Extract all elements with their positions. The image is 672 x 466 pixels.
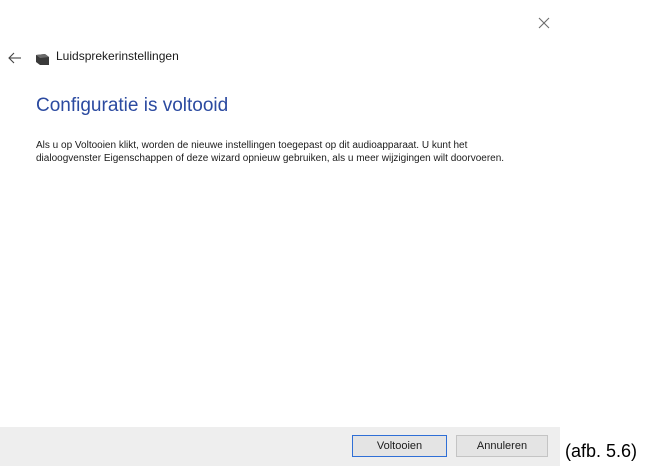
figure-caption: (afb. 5.6) <box>565 441 638 461</box>
page-heading: Configuratie is voltooid <box>36 95 229 116</box>
speaker-icon <box>36 52 49 65</box>
close-button[interactable] <box>533 12 555 34</box>
finish-button[interactable]: Voltooien <box>352 435 447 457</box>
back-arrow-icon <box>8 52 21 64</box>
wizard-dialog: Luidsprekerinstellingen Configuratie is … <box>0 0 562 466</box>
body-text: Als u op Voltooien klikt, worden de nieu… <box>36 140 505 164</box>
back-button[interactable] <box>4 50 24 66</box>
cancel-button[interactable]: Annuleren <box>456 435 548 457</box>
close-icon <box>538 17 550 29</box>
window-title: Luidsprekerinstellingen <box>56 49 179 63</box>
